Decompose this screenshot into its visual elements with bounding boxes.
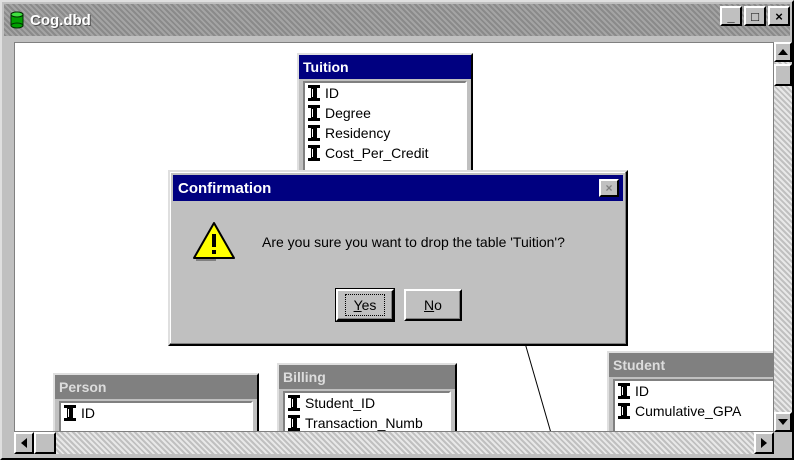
horizontal-scrollbar[interactable] [14,432,774,454]
dialog-titlebar[interactable]: Confirmation × [173,175,623,201]
field-row[interactable]: Student_ID [285,393,449,413]
table-title: Person [55,375,257,399]
table-billing[interactable]: Billing Student_ID Transaction_Numb [277,363,457,431]
scrollbar-corner [774,432,792,454]
scroll-right-button[interactable] [754,432,774,454]
field-row[interactable]: ID [305,83,465,103]
close-icon: × [605,181,613,195]
scroll-down-button[interactable] [774,412,792,432]
yes-button[interactable]: Yes [335,288,395,322]
scroll-left-button[interactable] [14,432,34,454]
window-titlebar[interactable]: Cog.dbd _ □ × [4,4,790,36]
table-title: Student [609,353,773,377]
maximize-button[interactable]: □ [744,6,766,26]
field-row[interactable]: Cumulative_GPA [615,401,773,421]
key-field-icon [618,383,630,399]
window-title: Cog.dbd [30,11,91,29]
arrow-up-icon [778,49,788,55]
table-title: Billing [279,365,455,389]
confirmation-dialog: Confirmation × Are you sure you want to … [168,170,628,346]
field-row[interactable]: ID [61,403,251,423]
horizontal-scroll-thumb[interactable] [34,432,56,454]
field-row[interactable]: Cost_Per_Credit [305,143,465,163]
field-row[interactable]: Degree [305,103,465,123]
field-list: Student_ID Transaction_Numb [283,391,451,431]
dialog-message: Are you sure you want to drop the table … [262,234,565,250]
arrow-left-icon [21,438,27,448]
vertical-scrollbar[interactable] [774,42,792,432]
key-field-icon [64,405,76,421]
key-field-icon [308,105,320,121]
field-list: ID Degree Residency Cost_Per_Credit [303,81,467,173]
key-field-icon [308,145,320,161]
arrow-right-icon [761,438,767,448]
field-row[interactable]: ID [615,381,773,401]
table-student[interactable]: Student ID Cumulative_GPA [607,351,773,431]
key-field-icon [618,403,630,419]
minimize-button[interactable]: _ [720,6,742,26]
field-row[interactable]: Residency [305,123,465,143]
key-field-icon [308,125,320,141]
key-field-icon [288,415,300,431]
database-icon [10,11,24,29]
key-field-icon [308,85,320,101]
key-field-icon [288,395,300,411]
table-person[interactable]: Person ID [53,373,259,431]
table-tuition[interactable]: Tuition ID Degree Residency Cost_Per_Cre… [297,53,473,177]
field-list: ID [59,401,253,431]
field-row[interactable]: Transaction_Numb [285,413,449,431]
table-title: Tuition [299,55,471,79]
close-button[interactable]: × [768,6,790,26]
no-button[interactable]: No [404,289,462,321]
dialog-close-button[interactable]: × [599,179,619,197]
vertical-scroll-thumb[interactable] [774,64,792,86]
dialog-title: Confirmation [178,179,272,197]
scroll-up-button[interactable] [774,42,792,62]
field-list: ID Cumulative_GPA [613,379,773,431]
warning-icon [193,222,235,261]
arrow-down-icon [778,419,788,425]
